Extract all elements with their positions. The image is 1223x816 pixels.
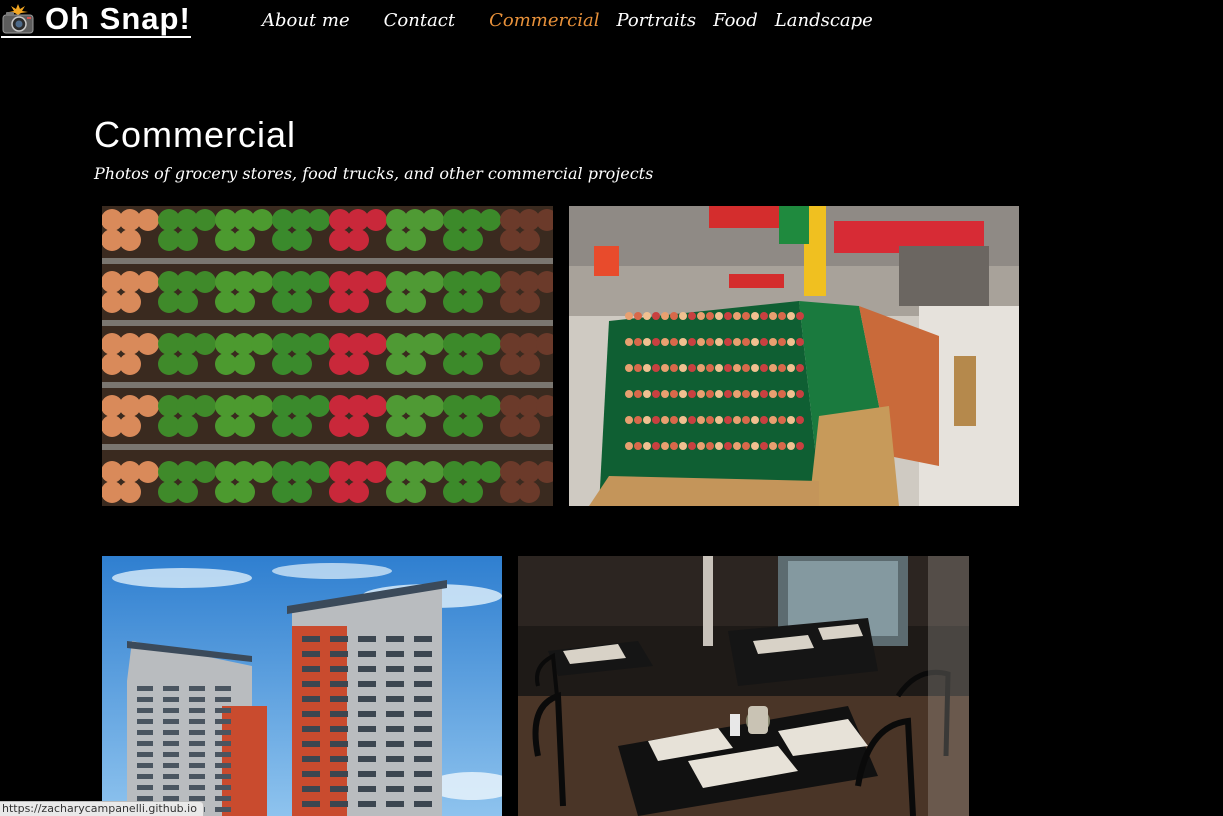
page-subtitle: Photos of grocery stores, food trucks, a…: [94, 164, 654, 183]
page-title: Commercial: [94, 114, 297, 155]
nav-link-landscape[interactable]: Landscape: [775, 10, 873, 31]
camera-flash-icon: [1, 3, 35, 35]
nav-link-portraits[interactable]: Portraits: [616, 10, 696, 31]
nav-link-about[interactable]: About me: [262, 10, 350, 31]
nav-link-food[interactable]: Food: [713, 10, 758, 31]
brand-link[interactable]: Oh Snap!: [1, 2, 191, 38]
grocery-store-fruit-aisle-photo[interactable]: [569, 206, 1019, 506]
apartment-buildings-photo[interactable]: [102, 556, 502, 816]
brand-title: Oh Snap!: [45, 1, 191, 36]
nav-link-commercial[interactable]: Commercial: [489, 10, 599, 31]
main-nav: About me Contact Commercial Portraits Fo…: [262, 10, 890, 31]
produce-shelves-photo[interactable]: [102, 206, 553, 506]
status-bar-url: https://zacharycampanelli.github.io: [0, 801, 204, 816]
restaurant-tables-photo[interactable]: [518, 556, 969, 816]
nav-link-contact[interactable]: Contact: [384, 10, 455, 31]
